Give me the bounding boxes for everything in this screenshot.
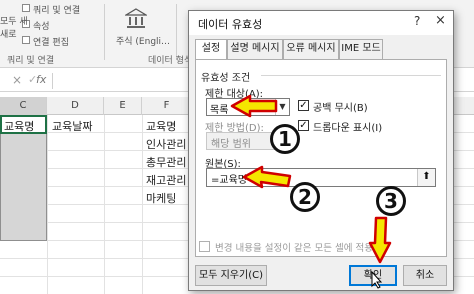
dialog-title: 데이터 유효성 [198, 18, 263, 31]
grid-line [104, 115, 105, 294]
tab-ime-mode[interactable]: IME 모드 [339, 39, 383, 59]
selected-range[interactable] [0, 133, 47, 241]
grid-line [47, 115, 48, 294]
ribbon-separator [104, 4, 105, 60]
help-icon[interactable]: ? [414, 14, 420, 28]
cell-f1[interactable]: 교육명 [146, 118, 176, 134]
close-icon[interactable]: × [435, 13, 446, 28]
ignore-blank-checkbox[interactable]: ✓ [298, 100, 309, 111]
collapse-dialog-icon[interactable]: ⬆ [417, 169, 435, 186]
query-icon [22, 4, 30, 12]
ribbon-group-label: 쿼리 및 연결 [7, 56, 55, 66]
clear-all-button[interactable]: 모두 지우기(C) [195, 265, 267, 286]
ribbon-refresh-all-line2[interactable]: 새로 [0, 27, 17, 40]
column-header-f[interactable]: F [142, 97, 192, 115]
cell-f2[interactable]: 인사관리 [146, 136, 186, 152]
ribbon-queries-connections[interactable]: 쿼리 및 연결 [33, 3, 80, 16]
stocks-bank-icon[interactable] [125, 8, 147, 30]
mouse-cursor-icon [371, 271, 383, 289]
cancel-button[interactable]: 취소 [403, 265, 447, 286]
apply-all-label: 변경 내용을 설정이 같은 모든 셀에 적용(P) [215, 243, 387, 254]
cell-f4[interactable]: 재고관리 [146, 172, 186, 188]
cell-f3[interactable]: 총무관리 [146, 154, 186, 170]
chevron-down-icon[interactable]: ▼ [275, 99, 289, 115]
in-cell-dropdown-label: 드롭다운 표시(I) [313, 123, 383, 134]
cell-c1[interactable]: 교육명 [4, 118, 34, 134]
column-header-c[interactable]: C [0, 97, 47, 115]
stocks-data-type-button[interactable]: 주식 (Engli… [116, 34, 170, 47]
ribbon-separator [176, 4, 177, 60]
column-header-e[interactable]: E [104, 97, 142, 115]
in-cell-dropdown-checkbox[interactable]: ✓ [298, 120, 309, 131]
group-divider [261, 75, 441, 76]
allow-select[interactable]: 목록 ▼ [206, 98, 290, 116]
dialog-tabs: 설정 설명 메시지 오류 메시지 IME 모드 [195, 39, 447, 60]
step-1-badge: 1 [270, 124, 300, 154]
cell-d1[interactable]: 교육날짜 [52, 118, 92, 134]
validation-criteria-label: 유효성 조건 [201, 73, 251, 84]
ribbon-properties[interactable]: 속성 [33, 19, 50, 32]
tab-error-alert[interactable]: 오류 메시지 [283, 39, 339, 59]
source-input[interactable]: =교육명 ⬆ [206, 168, 436, 187]
allow-select-value: 목록 [210, 105, 229, 116]
apply-all-checkbox[interactable] [199, 241, 210, 252]
data-select-value: 해당 범위 [211, 139, 251, 150]
ignore-blank-label: 공백 무시(B) [313, 103, 368, 114]
source-input-value: =교육명 [211, 175, 247, 186]
grid-line [142, 115, 143, 294]
cancel-entry-icon[interactable]: × [12, 73, 22, 87]
tab-input-message[interactable]: 설명 메시지 [227, 39, 283, 59]
formula-bar-separator [52, 73, 53, 89]
cell-f5[interactable]: 마케팅 [146, 190, 176, 206]
step-2-badge: 2 [290, 182, 320, 212]
ribbon-edit-links[interactable]: 연결 편집 [33, 35, 69, 48]
edit-links-icon [22, 36, 30, 44]
dialog-title-bar[interactable]: 데이터 유효성 ? × [189, 11, 453, 35]
step-3-badge: 3 [376, 186, 406, 216]
ribbon-group-label-data-types: 데이터 형식 [148, 56, 193, 66]
insert-function-icon[interactable]: fx [36, 73, 46, 86]
data-validation-dialog: 데이터 유효성 ? × 설정 설명 메시지 오류 메시지 IME 모드 유효성 … [188, 10, 454, 291]
tab-settings[interactable]: 설정 [195, 39, 227, 60]
column-header-d[interactable]: D [47, 97, 104, 115]
ribbon-refresh-all[interactable]: 모두 새 [0, 14, 28, 27]
